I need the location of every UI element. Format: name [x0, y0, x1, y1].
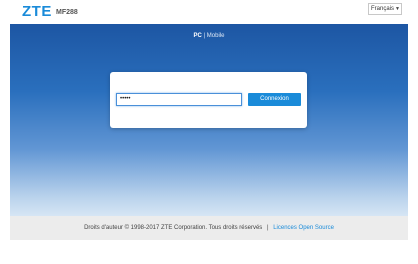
login-button[interactable]: Connexion — [248, 93, 301, 106]
view-mode-switch: PC | Mobile — [10, 32, 408, 40]
copyright-text: Droits d'auteur © 1998-2017 ZTE Corporat… — [84, 225, 263, 231]
language-selected-label: Français — [371, 6, 395, 12]
chevron-down-icon: ▼ — [395, 6, 400, 12]
footer-separator: | — [266, 225, 269, 231]
zte-logo: ZTE — [22, 3, 52, 20]
login-banner: PC | Mobile ••••• Connexion — [10, 24, 408, 216]
language-select[interactable]: Français ▼ — [368, 3, 402, 15]
login-panel: ••••• Connexion — [110, 72, 307, 128]
device-model: MF288 — [56, 9, 78, 16]
view-pc-link[interactable]: PC — [194, 33, 202, 39]
password-input[interactable]: ••••• — [116, 93, 242, 106]
view-separator: | — [203, 33, 206, 39]
view-mobile-link[interactable]: Mobile — [207, 33, 225, 39]
footer: Droits d'auteur © 1998-2017 ZTE Corporat… — [10, 216, 408, 240]
header: ZTE MF288 Français ▼ — [10, 0, 408, 24]
open-source-license-link[interactable]: Licences Open Source — [273, 225, 334, 231]
page: ZTE MF288 Français ▼ PC | Mobile ••••• C… — [0, 0, 418, 264]
